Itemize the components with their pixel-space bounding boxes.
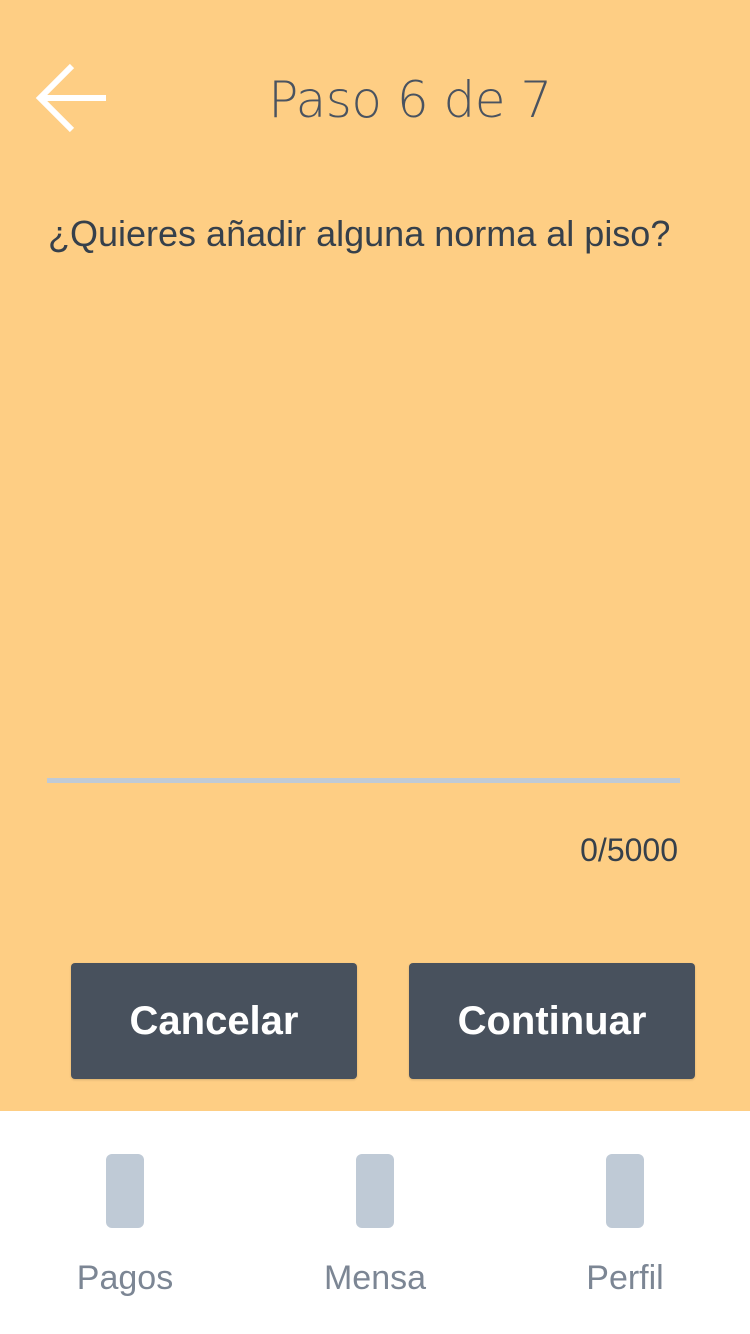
continue-button[interactable]: Continuar xyxy=(409,963,695,1079)
nav-label: Mensa xyxy=(323,1259,427,1297)
rules-input[interactable] xyxy=(47,330,680,775)
placeholder-icon xyxy=(106,1154,144,1228)
cancel-button[interactable]: Cancelar xyxy=(71,963,357,1079)
nav-item-perfil[interactable]: Perfil xyxy=(500,1111,750,1334)
input-underline xyxy=(47,778,680,783)
placeholder-icon xyxy=(356,1154,394,1228)
back-button[interactable] xyxy=(30,60,114,138)
nav-label: Perfil xyxy=(586,1259,664,1297)
nav-item-mensajes[interactable]: Mensa xyxy=(250,1111,500,1334)
main-panel: Paso 6 de 7 ¿Quieres añadir alguna norma… xyxy=(0,0,750,1111)
char-counter: 0/5000 xyxy=(580,832,678,868)
bottom-nav: Pagos Mensa Perfil xyxy=(0,1111,750,1334)
nav-item-pagos[interactable]: Pagos xyxy=(0,1111,250,1334)
arrow-left-icon xyxy=(35,63,106,133)
placeholder-icon xyxy=(606,1154,644,1228)
question-label: ¿Quieres añadir alguna norma al piso? xyxy=(48,213,671,254)
nav-label: Pagos xyxy=(76,1259,174,1297)
step-title: Paso 6 de 7 xyxy=(268,71,552,129)
